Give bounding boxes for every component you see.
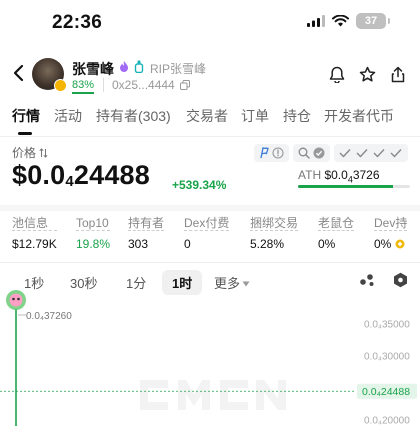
- price-main: $0.0: [12, 160, 66, 190]
- copy-icon[interactable]: [180, 80, 191, 90]
- token-header: 张雪峰 RIP张雪峰 83% 0x25...4444: [0, 54, 420, 98]
- stat-value: 5.28%: [250, 237, 285, 251]
- stat-value: 19.8%: [76, 237, 111, 251]
- section-tabs: 行情 活动 持有者(303) 交易者 订单 持仓 开发者代币: [0, 106, 420, 136]
- stat-bundles[interactable]: 捆绑交易 5.28%: [250, 216, 299, 251]
- share-icon[interactable]: [390, 66, 406, 83]
- price-zero-count: 4: [65, 173, 74, 190]
- stat-label: Dev持: [374, 216, 408, 231]
- stat-insiders[interactable]: 老鼠仓 0%: [318, 216, 355, 251]
- tab-market[interactable]: 行情: [12, 106, 40, 126]
- tab-orders[interactable]: 订单: [241, 106, 269, 126]
- current-price: $0.0424488: [12, 160, 150, 191]
- token-name: 张雪峰: [72, 61, 114, 77]
- current-price-tick: 0.0₄24488: [362, 386, 410, 398]
- price-label-text: 价格: [12, 146, 37, 160]
- tab-traders[interactable]: 交易者: [186, 106, 228, 126]
- price-chart[interactable]: 0.0₄37260 0.0₄35000 0.0₄30000 0.0₄24488 …: [0, 288, 420, 426]
- risk-indicators: [254, 144, 408, 162]
- stat-label: Dex付费: [184, 216, 230, 231]
- high-price-label: 0.0₄37260: [26, 311, 72, 322]
- stat-top10[interactable]: Top10 19.8%: [76, 216, 111, 251]
- stat-value: 0%: [318, 237, 336, 251]
- stat-pool-info[interactable]: 池信息 $12.79K: [12, 216, 57, 251]
- tab-dev-tokens[interactable]: 开发者代币: [324, 106, 394, 126]
- y-axis-tick: 0.0₄35000: [364, 320, 410, 331]
- ath-progress-bar: [298, 185, 410, 188]
- alert-icon: [272, 147, 284, 159]
- marker-avatar-icon: [6, 290, 26, 310]
- stat-dev-holding[interactable]: Dev持 0%: [374, 216, 408, 251]
- sort-icon: [39, 147, 48, 158]
- tab-holders[interactable]: 持有者(303): [96, 106, 171, 126]
- coin-icon: [395, 239, 405, 249]
- stats-row: 池信息 $12.79K Top10 19.8% 持有者 303 Dex付费 0 …: [0, 216, 420, 258]
- chain-badge-icon: [54, 79, 67, 92]
- tabs-divider: [0, 136, 420, 137]
- battery-icon: 37: [356, 13, 390, 29]
- status-bar: 22:36 37: [0, 0, 420, 46]
- bottle-icon: [134, 60, 144, 73]
- back-arrow-icon[interactable]: [12, 64, 24, 82]
- price-tail: 24488: [73, 160, 150, 190]
- stats-divider: [0, 262, 420, 263]
- token-avatar: [32, 58, 67, 92]
- header-actions: [329, 66, 406, 83]
- signal-icon: [307, 15, 325, 27]
- settings-hex-icon[interactable]: [393, 272, 408, 288]
- y-axis-tick: 0.0₄20000: [364, 416, 410, 426]
- price-change: +539.34%: [172, 178, 227, 192]
- verified-icon: [313, 147, 325, 159]
- stat-value: 0: [184, 237, 191, 251]
- checks-pill[interactable]: [334, 144, 408, 162]
- tab-activity[interactable]: 活动: [54, 106, 82, 126]
- search-pill[interactable]: [293, 144, 330, 162]
- status-icons: 37: [307, 13, 390, 29]
- stat-holders[interactable]: 持有者 303: [128, 216, 165, 251]
- active-tab-indicator: [18, 132, 32, 135]
- token-subtitle: RIP张雪峰: [150, 62, 207, 76]
- tab-positions[interactable]: 持仓: [283, 106, 311, 126]
- search-icon: [298, 147, 310, 159]
- contract-address-text: 0x25...4444: [112, 78, 175, 92]
- ath-label: ATH: [298, 168, 322, 182]
- ath-value: ATH $0.043726: [298, 168, 380, 184]
- stat-value: 0%: [374, 237, 407, 251]
- stat-dex-paid[interactable]: Dex付费 0: [184, 216, 230, 251]
- section-divider: [0, 205, 420, 211]
- wifi-icon: [332, 15, 349, 27]
- score-badge: 83%: [72, 79, 95, 94]
- check-icon: [339, 149, 402, 158]
- stat-label: 池信息: [12, 216, 57, 231]
- chart-tools: [359, 272, 408, 288]
- stat-label: 捆绑交易: [250, 216, 299, 231]
- token-tags: [118, 60, 145, 73]
- stat-label: 老鼠仓: [318, 216, 355, 231]
- caret-down-icon: [242, 281, 250, 287]
- stat-value: $12.79K: [12, 237, 57, 251]
- chart-watermark: [140, 380, 286, 410]
- contract-address[interactable]: 0x25...4444: [103, 78, 191, 92]
- flag-icon: [260, 147, 269, 159]
- stat-label: Top10: [76, 216, 111, 231]
- flame-icon: [120, 61, 128, 72]
- y-axis-tick: 0.0₄30000: [364, 352, 410, 363]
- indicators-icon[interactable]: [359, 273, 375, 287]
- stat-value: 303: [128, 237, 149, 251]
- price-label[interactable]: 价格: [12, 144, 48, 161]
- ath-price: $0.043726: [324, 168, 380, 185]
- status-time: 22:36: [52, 12, 103, 33]
- stat-label: 持有者: [128, 216, 165, 231]
- security-pill[interactable]: [254, 144, 289, 162]
- bell-icon[interactable]: [329, 66, 345, 83]
- star-icon[interactable]: [359, 66, 376, 83]
